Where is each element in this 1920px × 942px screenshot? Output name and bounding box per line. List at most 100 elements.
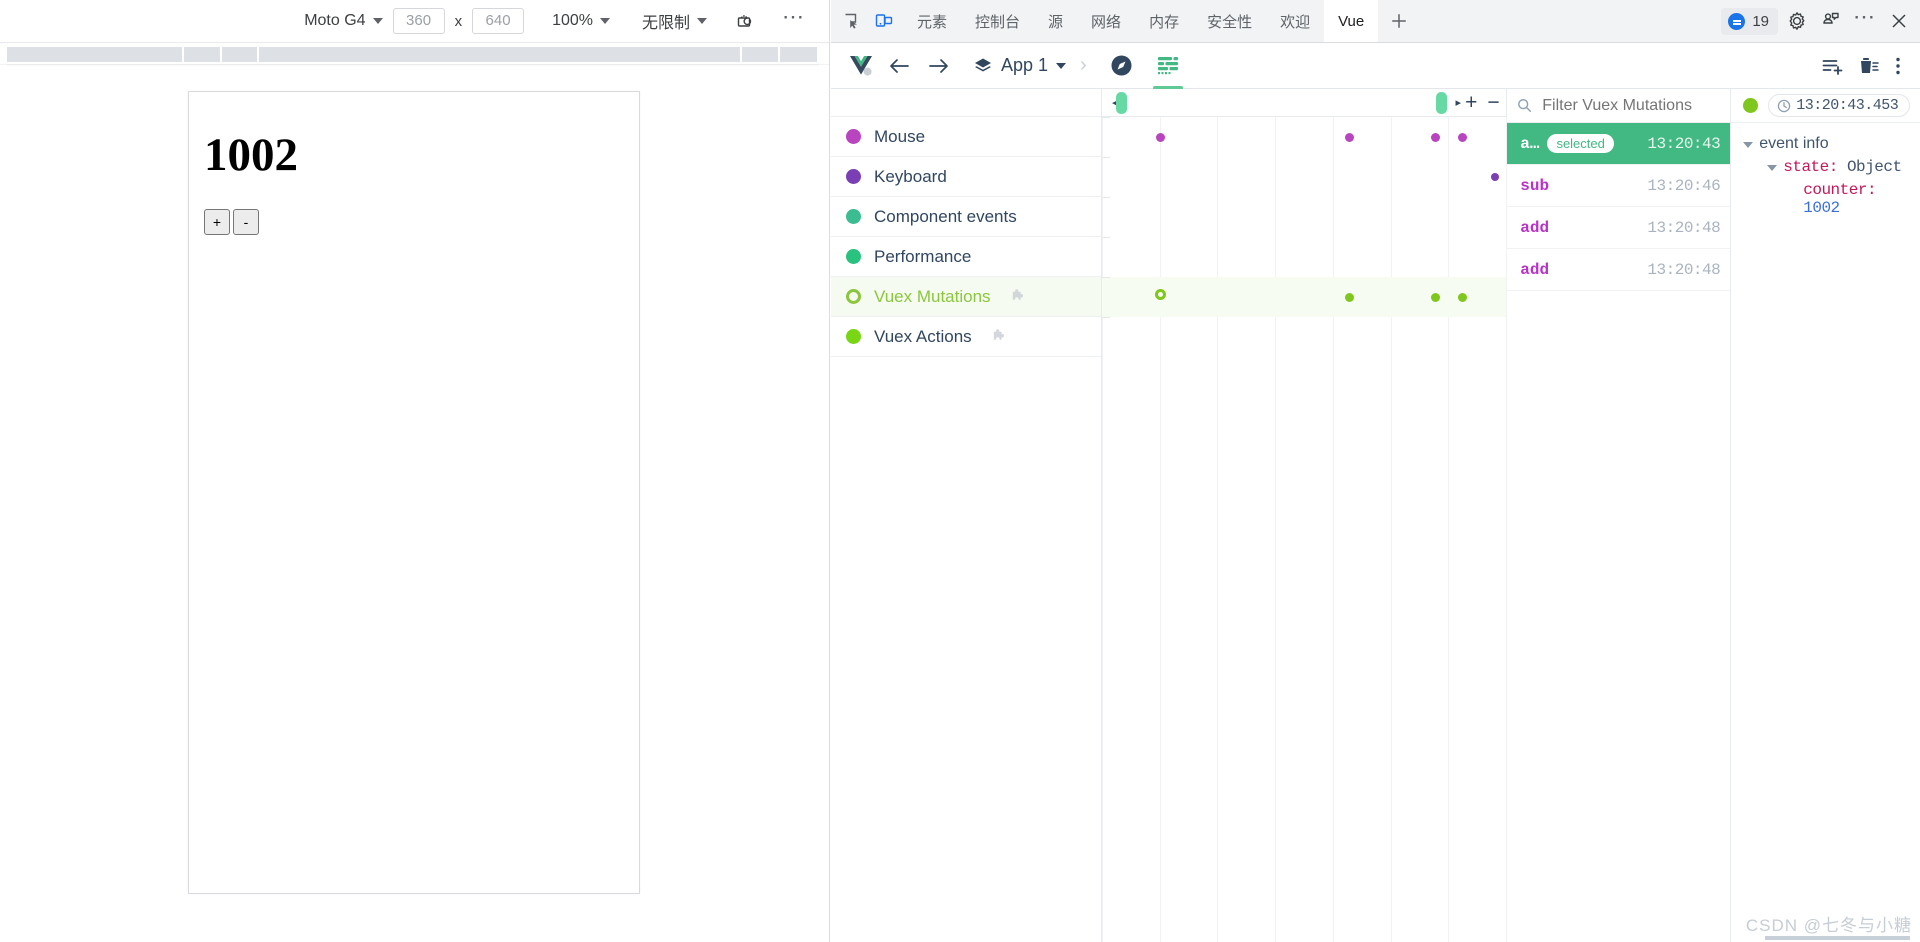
layer-row-performance[interactable]: Performance	[831, 237, 1101, 277]
tab-network[interactable]: 网络	[1077, 0, 1135, 42]
layer-row-keyboard[interactable]: Keyboard	[831, 157, 1101, 197]
event-time: 13:20:48	[1647, 260, 1721, 279]
scroll-right-button[interactable]: ▸	[1452, 96, 1466, 109]
tab-sources[interactable]: 源	[1034, 0, 1077, 42]
layer-row-vuex-mutations[interactable]: Vuex Mutations	[831, 277, 1101, 317]
timeline-scrollbar[interactable]: ◂ ▸ + −	[1102, 89, 1507, 117]
timeline-event-marker[interactable]	[1430, 132, 1440, 142]
zoom-selector[interactable]: 100%	[544, 12, 618, 30]
timeline-event-marker[interactable]	[1458, 292, 1468, 302]
timeline-event-marker[interactable]	[1430, 292, 1440, 302]
event-time: 13:20:43	[1647, 134, 1721, 153]
event-row[interactable]: add 13:20:48	[1507, 207, 1731, 249]
timeline-event-marker[interactable]	[1155, 288, 1167, 300]
event-status-dot	[1743, 98, 1759, 113]
devtools-panel: 元素 控制台 源 网络 内存 安全性 欢迎 Vue 19 ⋯ App 1 › M…	[831, 0, 1920, 942]
settings-button[interactable]	[1782, 6, 1812, 36]
tab-elements[interactable]: 元素	[903, 0, 961, 42]
zoom-out-button[interactable]: −	[1487, 92, 1499, 113]
add-tab-button[interactable]	[1378, 0, 1420, 42]
watermark-underline	[1765, 936, 1910, 940]
device-more-options-button[interactable]: ⋯	[777, 6, 811, 36]
device-viewport[interactable]: 1002 + -	[188, 91, 640, 894]
width-input[interactable]: 360	[392, 8, 445, 34]
clear-button[interactable]	[1858, 56, 1880, 76]
layer-label: Vuex Actions	[874, 326, 972, 346]
chevron-down-icon[interactable]	[1767, 165, 1778, 171]
app-selector[interactable]: App 1	[973, 55, 1067, 76]
tab-timeline[interactable]	[1145, 43, 1191, 89]
vue-logo-button[interactable]	[845, 49, 879, 83]
height-input[interactable]: 640	[472, 8, 525, 34]
plus-icon	[1392, 14, 1407, 28]
more-options-icon: ⋯	[782, 4, 806, 29]
timeline-canvas[interactable]: ◂ ▸ + −	[1102, 89, 1508, 942]
event-info-panel: 13:20:43.453 event info state: Object co…	[1731, 89, 1920, 942]
layer-color-dot	[846, 329, 861, 344]
timeline-gridline	[1390, 117, 1392, 942]
tab-security[interactable]: 安全性	[1193, 0, 1266, 42]
issues-button[interactable]: 19	[1721, 7, 1778, 35]
timeline-row-tick	[1102, 317, 1110, 318]
layer-row-mouse[interactable]: Mouse	[831, 117, 1101, 157]
vue-tabs	[1099, 43, 1191, 89]
devtools-more-button[interactable]: ⋯	[1850, 6, 1880, 36]
tab-label: 网络	[1091, 13, 1122, 31]
tab-welcome[interactable]: 欢迎	[1266, 0, 1324, 42]
device-selector[interactable]: Moto G4	[296, 12, 390, 30]
layer-row-vuex-actions[interactable]: Vuex Actions	[831, 317, 1101, 357]
timeline-event-marker[interactable]	[1344, 132, 1354, 142]
timeline-event-marker[interactable]	[1490, 173, 1499, 181]
zoom-in-button[interactable]: +	[1465, 92, 1477, 113]
compass-icon	[1111, 55, 1132, 76]
timeline-row-tick	[1102, 237, 1110, 238]
vue-toolbar-actions	[1822, 56, 1910, 76]
tab-memory[interactable]: 内存	[1135, 0, 1193, 42]
tab-console[interactable]: 控制台	[961, 0, 1034, 42]
timeline-event-marker[interactable]	[1156, 132, 1166, 142]
feedback-button[interactable]	[1816, 6, 1846, 36]
timeline-event-marker[interactable]	[1344, 292, 1354, 302]
state-node[interactable]: state: Object	[1767, 158, 1920, 176]
throttling-selector-label: 无限制	[641, 15, 690, 32]
range-handle-right[interactable]	[1436, 92, 1447, 114]
chevron-down-icon[interactable]	[1743, 142, 1754, 148]
range-handle-left[interactable]	[1116, 92, 1127, 114]
screenshot-root: Moto G4 360 x 640 100% 无限制 ⋯ 1002 + - 元素…	[0, 0, 1920, 942]
layer-color-dot	[846, 249, 861, 264]
toggle-device-toolbar-button[interactable]	[869, 6, 899, 36]
event-row[interactable]: a… selected 13:20:43	[1507, 123, 1731, 165]
inspect-element-button[interactable]	[837, 6, 867, 36]
viewport-ruler-bar[interactable]	[7, 47, 819, 62]
breadcrumb-separator: ›	[1080, 54, 1087, 76]
layers-icon	[975, 58, 991, 71]
timeline-row-band	[1102, 157, 1506, 197]
increment-button[interactable]: +	[204, 209, 230, 235]
timeline-gridline	[1159, 117, 1161, 942]
close-devtools-button[interactable]	[1884, 6, 1914, 36]
state-type: Object	[1846, 158, 1902, 176]
tab-vue[interactable]: Vue	[1324, 0, 1379, 42]
menu-button[interactable]	[1894, 56, 1902, 76]
state-key: state:	[1783, 158, 1838, 176]
tab-inspector[interactable]	[1099, 43, 1145, 89]
timeline-gridline	[1332, 117, 1334, 942]
throttling-selector[interactable]: 无限制	[634, 9, 715, 33]
decrement-button[interactable]: -	[233, 209, 259, 235]
event-info-section[interactable]: event info	[1743, 135, 1920, 153]
event-label: sub	[1520, 176, 1550, 195]
event-filter-input[interactable]	[1540, 95, 1723, 116]
event-time: 13:20:46	[1647, 176, 1721, 195]
event-info-header: 13:20:43.453	[1731, 89, 1920, 123]
layer-label: Vuex Mutations	[874, 286, 991, 306]
device-emulation-pane: Moto G4 360 x 640 100% 无限制 ⋯ 1002 + -	[0, 0, 830, 942]
add-layer-button[interactable]	[1822, 56, 1844, 76]
rotate-screenshot-button[interactable]	[729, 6, 763, 36]
event-row[interactable]: sub 13:20:46	[1507, 165, 1731, 207]
event-row[interactable]: add 13:20:48	[1507, 249, 1731, 291]
layer-color-dot	[846, 169, 861, 184]
layer-row-component-events[interactable]: Component events	[831, 197, 1101, 237]
forward-button[interactable]	[919, 49, 959, 83]
timeline-event-marker[interactable]	[1458, 132, 1468, 142]
back-button[interactable]	[879, 49, 919, 83]
